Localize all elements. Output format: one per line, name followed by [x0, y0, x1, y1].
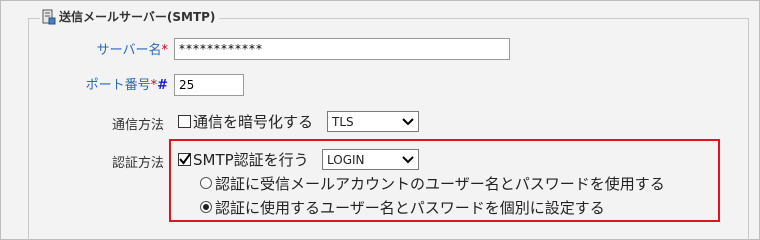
protocol-select[interactable]: TLS — [327, 111, 419, 132]
server-icon — [42, 9, 56, 25]
smtp-auth-checkbox[interactable] — [178, 152, 191, 166]
server-name-input[interactable]: ************ — [174, 38, 510, 60]
auth-option-separate[interactable]: 認証に使用するユーザー名とパスワードを個別に設定する — [200, 196, 605, 218]
check-icon — [179, 152, 191, 165]
encrypt-checkbox[interactable] — [178, 114, 191, 128]
server-name-label: サーバー名* — [96, 43, 168, 58]
auth-method-select[interactable]: LOGIN — [322, 149, 419, 170]
section-legend: 送信メールサーバー(SMTP) — [40, 8, 220, 25]
comm-method-label: 通信方法 — [111, 118, 164, 133]
protocol-selected-value: TLS — [332, 114, 354, 129]
chevron-down-icon — [402, 155, 414, 163]
option-separate-label: 認証に使用するユーザー名とパスワードを個別に設定する — [215, 198, 605, 217]
auth-method-selected-value: LOGIN — [327, 152, 365, 167]
smtp-auth-row: SMTP認証を行う — [178, 148, 309, 170]
port-input[interactable]: 25 — [174, 74, 244, 96]
radio-receive-account[interactable] — [200, 177, 212, 189]
option-receive-label: 認証に受信メールアカウントのユーザー名とパスワードを使用する — [215, 174, 665, 193]
radio-separate-credentials[interactable] — [200, 201, 212, 213]
encrypt-row: 通信を暗号化する — [178, 110, 313, 132]
auth-method-label: 認証方法 — [111, 156, 164, 171]
encrypt-label: 通信を暗号化する — [193, 112, 314, 131]
chevron-down-icon — [402, 117, 414, 125]
port-label: ポート番号*# — [85, 78, 168, 93]
smtp-auth-label: SMTP認証を行う — [193, 150, 309, 169]
section-title: 送信メールサーバー(SMTP) — [59, 10, 216, 24]
auth-option-receive[interactable]: 認証に受信メールアカウントのユーザー名とパスワードを使用する — [200, 172, 665, 194]
